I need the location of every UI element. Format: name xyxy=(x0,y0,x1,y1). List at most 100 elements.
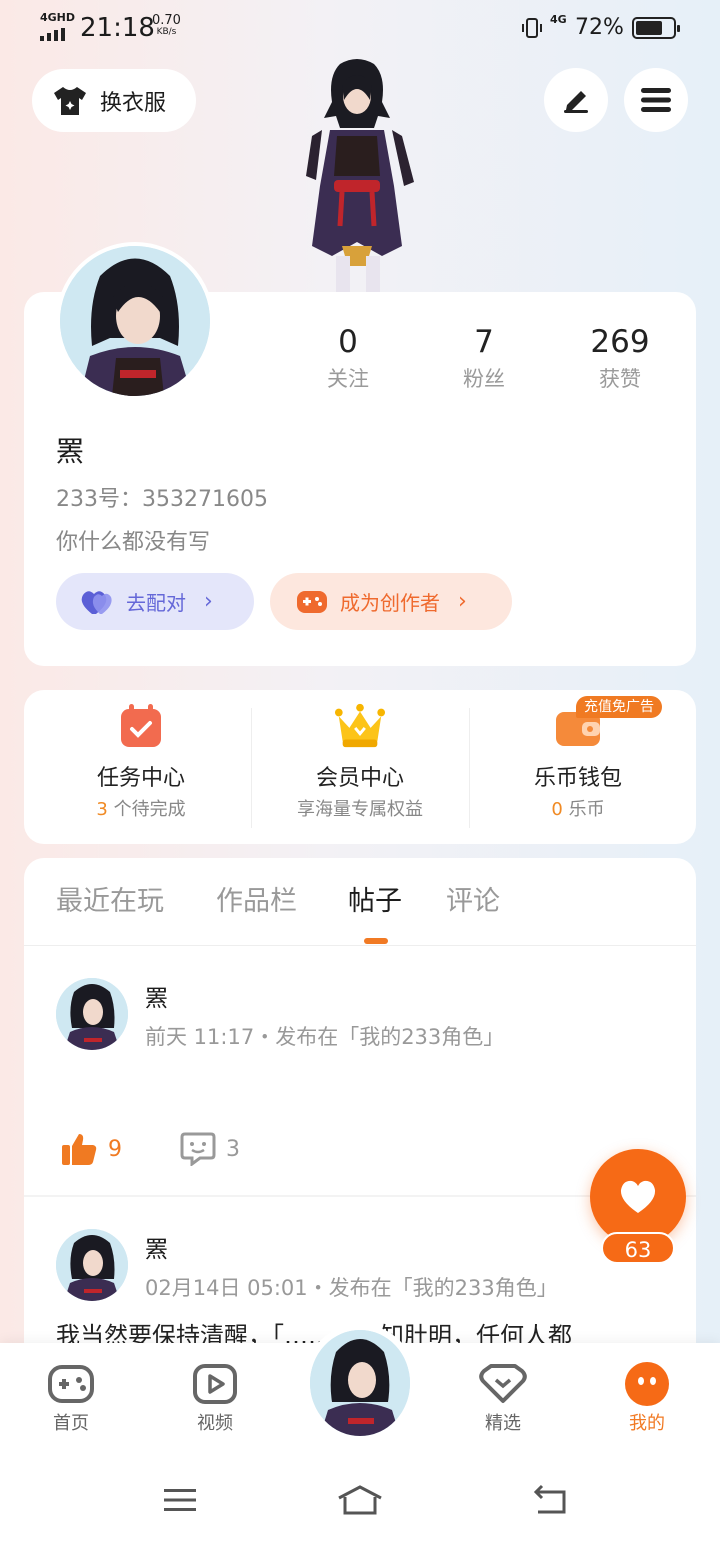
task-center-subtitle: 3 个待完成 xyxy=(28,798,254,822)
post-comment-button[interactable]: 3 xyxy=(180,1132,240,1166)
nav-mine-label: 我的 xyxy=(629,1413,665,1434)
change-outfit-button[interactable]: 换衣服 xyxy=(32,69,196,132)
crown-icon xyxy=(334,700,386,752)
post-author-avatar[interactable] xyxy=(56,1229,128,1301)
system-home-button[interactable] xyxy=(336,1480,384,1520)
vip-center-title: 会员中心 xyxy=(315,766,404,791)
nav-featured-label: 精选 xyxy=(485,1413,521,1434)
post-author-avatar[interactable] xyxy=(56,978,128,1050)
gamepad-icon xyxy=(26,1360,116,1408)
task-count: 3 xyxy=(96,799,108,820)
clock: 21:18 xyxy=(80,13,155,43)
stat-likes-label: 获赞 xyxy=(599,367,641,391)
nav-video[interactable]: 视频 xyxy=(170,1360,260,1436)
post-like-button[interactable]: 9 xyxy=(60,1132,122,1166)
home-icon xyxy=(338,1485,382,1515)
nav-featured[interactable]: 精选 xyxy=(458,1360,548,1436)
task-center-title: 任务中心 xyxy=(96,766,185,791)
avatar-image xyxy=(56,978,128,1050)
vip-center-subtitle: 享海量专属权益 xyxy=(297,799,423,820)
nav-home[interactable]: 首页 xyxy=(26,1360,116,1436)
coin-wallet-sub-label: 乐币 xyxy=(568,799,605,820)
task-center-sub-label: 个待完成 xyxy=(113,799,186,820)
nav-video-label: 视频 xyxy=(197,1413,233,1434)
floating-like-count: 63 xyxy=(601,1232,675,1264)
active-tab-indicator xyxy=(364,938,388,944)
post-comment-count: 3 xyxy=(226,1136,240,1162)
comment-smile-icon xyxy=(180,1132,216,1166)
coin-wallet-title: 乐币钱包 xyxy=(533,766,622,791)
calendar-check-icon xyxy=(115,700,167,752)
network-speed: 0.70 KB/s xyxy=(152,14,181,37)
divider xyxy=(24,945,696,946)
edit-profile-button[interactable] xyxy=(544,68,608,132)
stat-followers-value: 7 xyxy=(474,324,494,360)
tab-posts[interactable]: 帖子 xyxy=(348,884,402,920)
vibrate-icon xyxy=(522,18,542,38)
coin-wallet-subtitle: 0 乐币 xyxy=(465,798,691,822)
vip-center[interactable]: 会员中心 享海量专属权益 xyxy=(247,700,473,822)
stat-likes-value: 269 xyxy=(590,324,650,360)
tab-works[interactable]: 作品栏 xyxy=(216,884,297,920)
post-meta: 前天 11:17・发布在「我的233角色」 xyxy=(145,1025,505,1049)
nav-home-label: 首页 xyxy=(53,1413,89,1434)
thumbs-up-icon xyxy=(62,1134,97,1165)
post-meta: 02月14日 05:01・发布在「我的233角色」 xyxy=(145,1276,558,1300)
battery-percent: 72% xyxy=(575,15,624,40)
recharge-ad-free-badge[interactable]: 充值免广告 xyxy=(576,696,662,718)
stat-followers-label: 粉丝 xyxy=(463,367,505,391)
user-id: 233号：353271605 xyxy=(56,487,268,512)
network-type: 4GHD xyxy=(40,11,76,24)
user-bio: 你什么都没有写 xyxy=(56,530,211,555)
system-recents-button[interactable] xyxy=(156,1480,204,1520)
double-heart-icon xyxy=(81,590,112,614)
tab-comments[interactable]: 评论 xyxy=(446,884,500,920)
chevron-right-icon: › xyxy=(204,589,213,614)
become-creator-label: 成为创作者 xyxy=(340,591,440,615)
task-center[interactable]: 任务中心 3 个待完成 xyxy=(28,700,254,822)
match-button[interactable]: 去配对 › xyxy=(56,573,254,630)
stat-followers[interactable]: 7 粉丝 xyxy=(424,322,544,394)
post-author-name[interactable]: 罴 xyxy=(145,1235,168,1265)
nav-mine[interactable]: 我的 xyxy=(602,1360,692,1436)
menu-button[interactable] xyxy=(624,68,688,132)
change-outfit-label: 换衣服 xyxy=(100,90,167,116)
network-speed-value: 0.70 xyxy=(152,13,181,28)
network-speed-unit: KB/s xyxy=(156,27,177,37)
recents-menu-icon xyxy=(164,1489,196,1511)
nav-center-avatar[interactable] xyxy=(304,1324,416,1442)
character-model[interactable] xyxy=(282,56,432,294)
avatar-image xyxy=(310,1330,410,1436)
pencil-icon xyxy=(564,91,588,113)
battery-icon xyxy=(632,17,680,39)
become-creator-button[interactable]: 成为创作者 › xyxy=(270,573,512,630)
chevron-right-icon: › xyxy=(458,589,467,614)
profile-avatar[interactable] xyxy=(56,242,214,400)
avatar-image xyxy=(56,1229,128,1301)
stat-following-label: 关注 xyxy=(327,367,369,391)
match-label: 去配对 xyxy=(126,591,186,615)
stat-following-value: 0 xyxy=(338,324,358,360)
post-like-count: 9 xyxy=(108,1136,122,1162)
tab-recently-played[interactable]: 最近在玩 xyxy=(56,884,164,920)
heart-icon xyxy=(620,1180,656,1213)
floating-like-button[interactable] xyxy=(590,1149,686,1245)
heart-diamond-icon xyxy=(458,1360,548,1408)
username: 罴 xyxy=(56,435,85,468)
hamburger-menu-icon xyxy=(641,88,671,112)
post-author-name[interactable]: 罴 xyxy=(145,984,168,1014)
status-bar: 4GHD 21:18 0.70 KB/s 4G 72% xyxy=(0,0,720,56)
tshirt-icon xyxy=(54,86,86,115)
coin-count: 0 xyxy=(551,799,563,820)
avatar-image xyxy=(60,246,210,396)
face-icon xyxy=(602,1360,692,1408)
cellular-signal-icon: 4GHD xyxy=(40,12,75,41)
coin-wallet[interactable]: 乐币钱包 0 乐币 xyxy=(465,700,691,822)
stat-likes[interactable]: 269 获赞 xyxy=(560,322,680,394)
network-type-secondary: 4G xyxy=(550,13,567,26)
system-back-button[interactable] xyxy=(524,1480,572,1520)
stat-following[interactable]: 0 关注 xyxy=(288,322,408,394)
back-arrow-icon xyxy=(533,1484,566,1514)
gamepad-icon xyxy=(297,590,327,613)
play-icon xyxy=(170,1360,260,1408)
